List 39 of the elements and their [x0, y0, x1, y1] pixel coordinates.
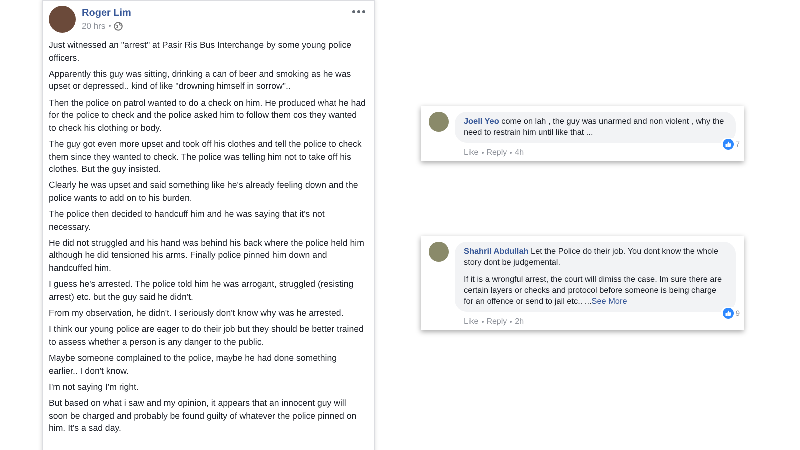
- avatar: [429, 242, 449, 262]
- comment-action[interactable]: Like: [464, 317, 479, 326]
- thumbs-up-icon: [722, 139, 734, 150]
- avatar: [49, 6, 76, 33]
- post-paragraph: From my observation, he didn't. I seriously don't know why was he arrested.: [49, 307, 345, 320]
- post-paragraph: I think our young police are eager to do their job but they should be better trained to assess whether a person is any danger to the public.: [49, 323, 365, 348]
- separator-dot: [482, 152, 484, 154]
- comment-action[interactable]: Reply: [486, 317, 508, 326]
- thumbs-up-icon: [722, 308, 734, 319]
- separator-dot: [108, 25, 111, 27]
- post-paragraph: Clearly he was upset and said something like he's already feeling down and the police wants to add on to his burden.: [49, 179, 360, 204]
- commenter-name[interactable]: Shahril Abdullah: [464, 247, 529, 256]
- author-name[interactable]: Roger Lim: [82, 8, 346, 19]
- comment-text: Joell Yeo come on lah , the guy was unarmed and non violent , why the need to restrain him until like that ...: [464, 116, 726, 138]
- post-paragraph: Just witnessed an "arrest" at Pasir Ris Bus Interchange by some young police officers.: [49, 39, 353, 64]
- commenter-name[interactable]: Joell Yeo: [464, 117, 500, 126]
- post-paragraph: Maybe someone complained to the police, maybe he had done something earlier.. I don't know.: [49, 352, 338, 378]
- post-time[interactable]: 20 hrs: [82, 21, 106, 31]
- comment-action[interactable]: Reply: [486, 148, 508, 157]
- separator-dot: [510, 152, 512, 154]
- post-paragraph: The police then decided to handcuff him and he was saying that it's not necessary.: [49, 208, 326, 234]
- post-paragraph: Apparently this guy was sitting, drinking a can of beer and smoking as he was upset or depressed.. kind of like "drowning himself in sorrow"..: [49, 68, 352, 93]
- comment-action[interactable]: Like: [464, 148, 479, 157]
- more-options-icon[interactable]: [352, 10, 366, 14]
- post-paragraph: But based on what i saw and my opinion, it appears that an innocent guy will soon be charged and probably be found guilty of whatever the police pinned on him. It's a sad day.: [49, 396, 358, 435]
- comment-text: If it is a wrongful arrest, the court will dimiss the case. Im sure there are certain layers or checks and protocol before someone is being charge for an offence or send to jail etc.. ...See More: [464, 274, 724, 307]
- see-more-link[interactable]: See More: [592, 297, 628, 306]
- separator-dot: [510, 320, 512, 322]
- post-paragraph: He did not struggled and his hand was behind his back where the police held him although he did tensioned his arms. Finally police pinned him down and handcuffed him.: [49, 236, 366, 275]
- post-paragraph: Then the police on patrol wanted to do a check on him. He produced what he had for the police to check and the police asked him to follow them cos they wanted to check his clothing or body.: [49, 96, 366, 134]
- post-paragraph: I guess he's arrested. The police told him he was arrogant, struggled (resisting arrest) etc. but the guy said he didn't.: [49, 278, 355, 304]
- avatar: [429, 112, 449, 132]
- post-paragraph: The guy got even more upset and took off his clothes and tell the police to check them since they wanted to check. The police was telling him not to take off his clothes. But the guy insisted.: [49, 138, 363, 176]
- comment-time[interactable]: 4h: [515, 148, 524, 157]
- post-paragraph: I'm not saying I'm right.: [49, 380, 140, 394]
- globe-icon: [114, 22, 123, 30]
- separator-dot: [482, 320, 484, 322]
- comment-text: Shahril Abdullah Let the Police do their job. You dont know the whole story dont be judgemental.: [464, 246, 720, 268]
- comment-time[interactable]: 2h: [515, 317, 524, 326]
